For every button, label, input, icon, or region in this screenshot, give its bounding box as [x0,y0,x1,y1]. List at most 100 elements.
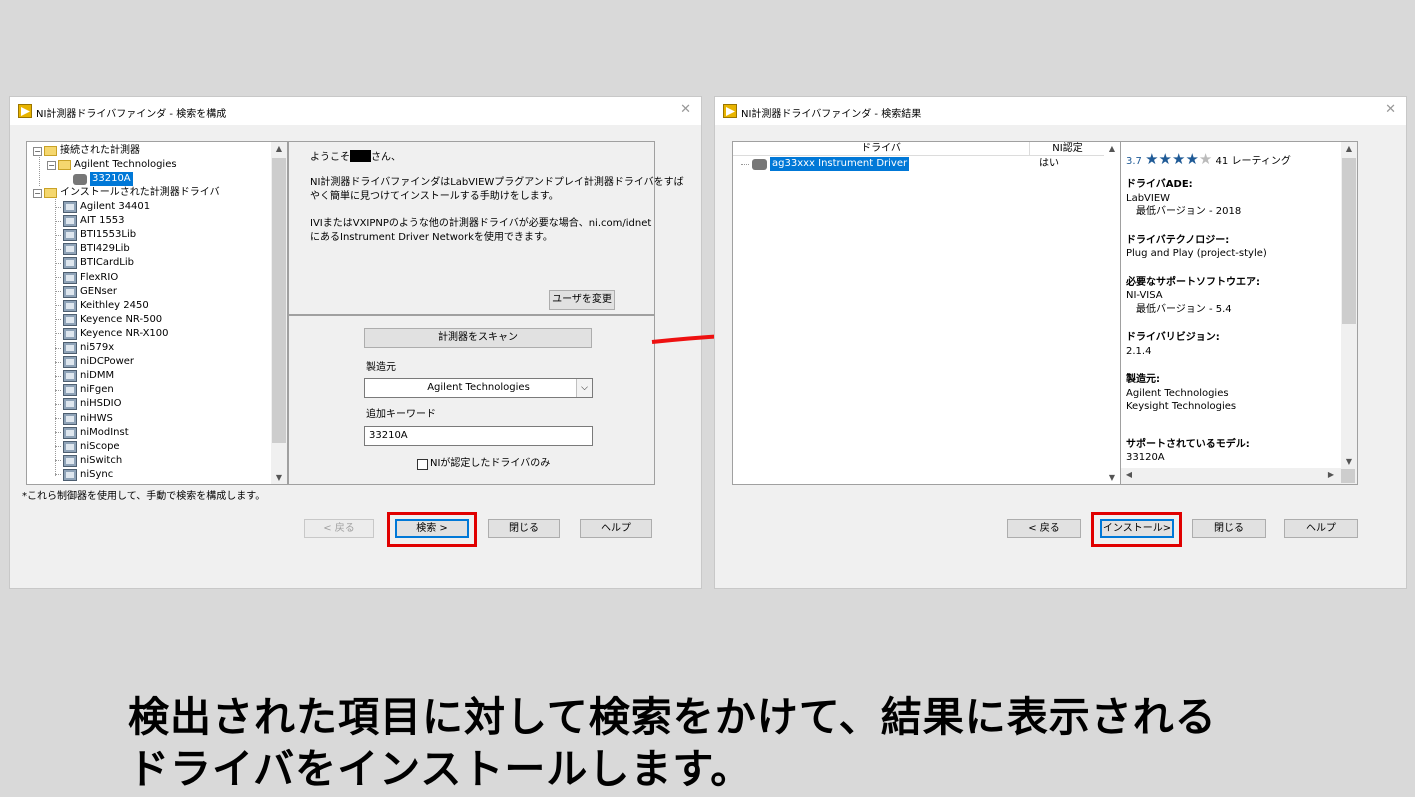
driver-icon [63,215,77,228]
driver-icon [63,356,77,369]
tree-node-driver[interactable]: BTICardLib [55,256,134,270]
right-dialog-window: NI計測器ドライバファインダ - 検索結果 ✕ ドライバ NI認定 ag33xx… [714,96,1407,589]
tree-line [55,291,61,293]
driver-icon [63,201,77,213]
scroll-thumb[interactable] [272,158,286,443]
tree-node-driver[interactable]: niSwitch [55,454,122,468]
result-driver-name: ag33xxx Instrument Driver [770,157,910,171]
ni-certified-checkbox[interactable] [417,459,428,470]
tree-node-driver[interactable]: niSync [55,468,113,482]
scroll-right-icon[interactable]: ▶ [1323,470,1339,479]
tree-node-driver[interactable]: Agilent 34401 [55,200,150,214]
rating-stars: ★★★★★ [1145,150,1212,168]
detail-value: 最低バージョン - 2018 [1126,206,1242,217]
driver-icon [63,271,77,284]
tree-node-connected[interactable]: − 接続された計測器 [33,144,140,158]
tree-node-label: Keyence NR-500 [80,313,163,325]
tree-node-device[interactable]: 33210A [73,172,133,186]
tree-vertical-scrollbar[interactable]: ▲ ▼ [271,142,287,484]
footnote-text: *これら制御器を使用して、手動で検索を構成します。 [22,491,266,502]
welcome-panel: ようこそ さん、 NI計測器ドライバファインダはLabVIEWプラグアンドプレイ計… [288,141,684,315]
collapse-icon[interactable]: − [33,146,42,156]
driver-icon [63,384,77,397]
driver-icon [63,285,77,298]
tree-node-driver[interactable]: Keithley 2450 [55,299,149,313]
tree-line [55,333,61,335]
instrument-tree[interactable]: − 接続された計測器 − Agilent Technologies 33210A… [27,142,283,484]
tree-node-driver[interactable]: niDMM [55,369,114,383]
close-button[interactable]: 閉じる [1192,519,1266,538]
driver-icon [63,229,77,242]
tree-node-label: ni579x [80,342,115,353]
driver-icon [63,370,77,383]
tree-node-label: Agilent 34401 [80,201,151,212]
keyword-input[interactable]: 33210A [364,426,593,446]
change-user-button[interactable]: ユーザを変更 [549,290,615,310]
scroll-down-icon[interactable]: ▼ [1104,473,1120,482]
scroll-up-icon[interactable]: ▲ [271,144,287,153]
tree-node-driver[interactable]: BTI429Lib [55,242,130,256]
tree-line [55,389,61,391]
results-list-panel: ドライバ NI認定 ag33xxx Instrument Driver はい ▲… [732,141,1120,485]
left-title-bar: NI計測器ドライバファインダ - 検索を構成 ✕ [10,97,701,125]
tree-node-label: niSync [80,468,114,480]
tree-node-driver[interactable]: niDCPower [55,355,134,369]
tree-node-driver[interactable]: niHSDIO [55,397,122,411]
tree-node-driver[interactable]: niScope [55,440,120,454]
tree-line [55,474,61,476]
detail-value: Agilent Technologies [1126,387,1229,399]
ni-certified-label: NIが認定したドライバのみ [430,458,551,469]
star-icon: ★ [1185,150,1199,168]
intro-text-line: NI計測器ドライバファインダはLabVIEWプラグアンドプレイ計測器ドライバをす… [310,177,684,188]
scroll-down-icon[interactable]: ▼ [271,473,287,482]
tree-node-vendor[interactable]: − Agilent Technologies [47,158,177,172]
scroll-thumb[interactable] [1342,158,1356,324]
scroll-up-icon[interactable]: ▲ [1341,144,1357,153]
collapse-icon[interactable]: − [47,160,56,170]
driver-icon [63,426,77,439]
driver-icon [63,257,77,270]
tree-node-driver[interactable]: niHWS [55,412,113,426]
tree-node-installed[interactable]: − インストールされた計測器ドライバ [33,186,220,200]
tree-node-driver[interactable]: niFgen [55,383,114,397]
tree-node-driver[interactable]: Keyence NR-X100 [55,327,169,341]
back-button[interactable]: < 戻る [1007,519,1081,538]
tree-node-label: niDCPower [80,356,135,368]
redacted-username [350,150,371,162]
help-button[interactable]: ヘルプ [580,519,652,538]
chevron-down-icon[interactable]: ⌵ [576,379,592,397]
manufacturer-value: Agilent Technologies [427,382,530,393]
driver-icon [63,468,77,481]
result-row[interactable]: ag33xxx Instrument Driver [741,157,910,171]
help-button[interactable]: ヘルプ [1284,519,1358,538]
tree-node-driver[interactable]: ni579x [55,341,114,355]
tree-node-driver[interactable]: niModInst [55,426,129,440]
details-vertical-scrollbar[interactable]: ▲ ▼ [1341,142,1357,468]
scroll-up-icon[interactable]: ▲ [1104,144,1120,153]
tree-node-driver[interactable]: FlexRIO [55,271,118,285]
back-button[interactable]: < 戻る [304,519,374,538]
tree-node-driver[interactable]: GENser [55,285,117,299]
instrument-icon [73,173,87,185]
scan-instruments-button[interactable]: 計測器をスキャン [364,328,592,348]
scroll-down-icon[interactable]: ▼ [1341,457,1357,466]
driver-icon [63,243,77,256]
column-header-ni-certified[interactable]: NI認定 [1030,142,1105,156]
scroll-left-icon[interactable]: ◀ [1121,470,1137,479]
search-config-panel: 計測器をスキャン 製造元 Agilent Technologies ⌵ 追加キー… [288,315,655,485]
column-header-driver[interactable]: ドライバ [733,142,1030,156]
driver-icon [63,398,77,411]
close-button[interactable]: 閉じる [488,519,560,538]
manufacturer-select[interactable]: Agilent Technologies ⌵ [364,378,593,398]
close-window-icon[interactable]: ✕ [680,102,691,117]
tree-node-label: niDMM [80,370,115,382]
close-window-icon[interactable]: ✕ [1385,102,1396,117]
tree-node-driver[interactable]: BTI1553Lib [55,228,136,242]
tree-node-label: Keithley 2450 [80,299,149,311]
collapse-icon[interactable]: − [33,188,42,198]
caption-line-1: 検出された項目に対して検索をかけて、結果に表示される [128,693,1217,741]
tree-node-driver[interactable]: Keyence NR-500 [55,313,162,327]
details-horizontal-scrollbar[interactable]: ◀ ▶ [1121,468,1357,484]
results-vertical-scrollbar[interactable]: ▲ ▼ [1104,142,1120,484]
tree-node-driver[interactable]: AIT 1553 [55,214,125,228]
